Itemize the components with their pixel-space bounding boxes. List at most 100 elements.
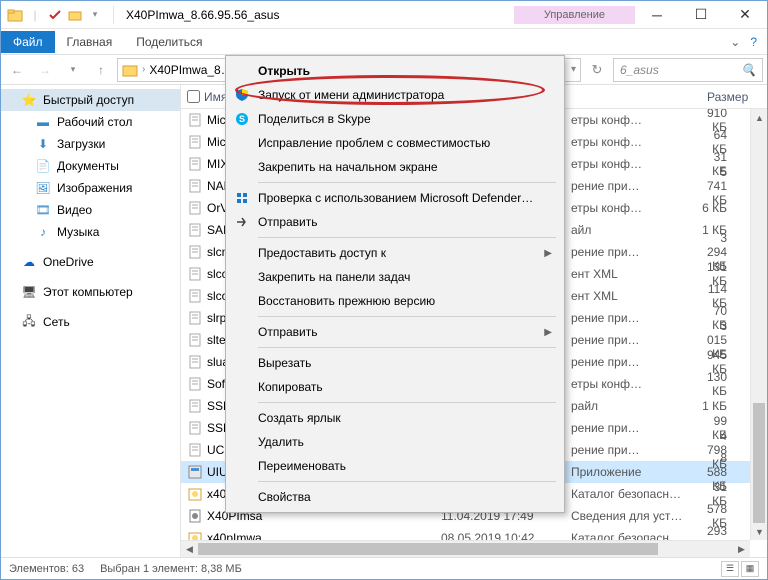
- statusbar: Элементов: 63 Выбран 1 элемент: 8,38 МБ …: [1, 557, 767, 579]
- sidebar-item-desktop[interactable]: ▬Рабочий стол: [1, 111, 180, 133]
- file-type: ент XML: [571, 267, 701, 281]
- ctx-restore[interactable]: Восстановить прежнюю версию: [226, 289, 564, 313]
- sidebar-item-thispc[interactable]: 🖥Этот компьютер: [1, 281, 180, 303]
- file-type: райл: [571, 399, 701, 413]
- picture-icon: 🖼: [35, 180, 51, 196]
- file-icon: [187, 442, 203, 458]
- sidebar-item-documents[interactable]: 📄Документы: [1, 155, 180, 177]
- title-divider: [113, 6, 114, 24]
- view-details-icon[interactable]: ☰: [721, 561, 739, 577]
- horizontal-scrollbar[interactable]: ◀ ▶: [181, 540, 750, 557]
- refresh-button[interactable]: ↻: [585, 58, 609, 82]
- scroll-thumb[interactable]: [753, 403, 765, 523]
- sidebar-item-downloads[interactable]: ⬇Загрузки: [1, 133, 180, 155]
- ctx-access[interactable]: Предоставить доступ к▶: [226, 241, 564, 265]
- ctx-shortcut[interactable]: Создать ярлык: [226, 406, 564, 430]
- back-button[interactable]: ←: [5, 58, 29, 82]
- separator: [258, 402, 556, 403]
- star-icon: ⭐: [21, 92, 37, 108]
- recent-dropdown[interactable]: ▾: [61, 58, 85, 82]
- help-icon[interactable]: ?: [750, 35, 757, 49]
- forward-button[interactable]: →: [33, 58, 57, 82]
- file-icon: [187, 508, 203, 524]
- column-size[interactable]: Размер: [701, 90, 767, 104]
- share-icon: [234, 214, 250, 230]
- sidebar-item-videos[interactable]: 🎞Видео: [1, 199, 180, 221]
- selectall-checkbox[interactable]: [187, 90, 200, 103]
- ctx-compat[interactable]: Исправление проблем с совместимостью: [226, 131, 564, 155]
- ctx-pin-start[interactable]: Закрепить на начальном экране: [226, 155, 564, 179]
- file-icon: [187, 112, 203, 128]
- ctx-open[interactable]: Открыть: [226, 59, 564, 83]
- file-type: Приложение: [571, 465, 701, 479]
- ctx-delete[interactable]: Удалить: [226, 430, 564, 454]
- file-type: етры конф…: [571, 377, 701, 391]
- scroll-up-icon[interactable]: ▲: [751, 109, 767, 126]
- ctx-sendto[interactable]: Отправить▶: [226, 320, 564, 344]
- manage-tab[interactable]: Управление: [514, 6, 635, 24]
- chevron-down-icon[interactable]: ⌄: [730, 35, 740, 49]
- view-large-icon[interactable]: ▦: [741, 561, 759, 577]
- tab-file[interactable]: Файл: [1, 31, 55, 53]
- file-type: рение при…: [571, 333, 701, 347]
- file-type: рение при…: [571, 443, 701, 457]
- divider-icon: |: [27, 7, 43, 23]
- close-button[interactable]: ✕: [723, 1, 767, 29]
- file-icon: [187, 354, 203, 370]
- status-selection: Выбран 1 элемент: 8,38 МБ: [100, 563, 242, 575]
- sidebar-item-network[interactable]: 🖧Сеть: [1, 311, 180, 333]
- folder-small-icon[interactable]: [67, 7, 83, 23]
- ctx-run-as-admin[interactable]: Запуск от имени администратора: [226, 83, 564, 107]
- ctx-cut[interactable]: Вырезать: [226, 351, 564, 375]
- sidebar-item-music[interactable]: ♪Музыка: [1, 221, 180, 243]
- tab-home[interactable]: Главная: [55, 31, 125, 53]
- up-button[interactable]: ↑: [89, 58, 113, 82]
- file-icon: [187, 310, 203, 326]
- ctx-pin-taskbar[interactable]: Закрепить на панели задач: [226, 265, 564, 289]
- check-icon[interactable]: [47, 7, 63, 23]
- defender-icon: [234, 190, 250, 206]
- titlebar: | ▾ X40PImwa_8.66.95.56_asus Управление …: [1, 1, 767, 29]
- file-type: рение при…: [571, 355, 701, 369]
- ctx-skype[interactable]: S Поделиться в Skype: [226, 107, 564, 131]
- sidebar-item-quickaccess[interactable]: ⭐ Быстрый доступ: [1, 89, 180, 111]
- file-icon: [187, 244, 203, 260]
- file-type: Каталог безопасн…: [571, 487, 701, 501]
- scroll-thumb[interactable]: [198, 543, 658, 555]
- search-input[interactable]: 6_asus 🔍: [613, 58, 763, 82]
- vertical-scrollbar[interactable]: ▲ ▼: [750, 109, 767, 540]
- file-icon: [187, 376, 203, 392]
- file-icon: [187, 398, 203, 414]
- dropdown-icon[interactable]: ▾: [571, 64, 576, 75]
- sidebar: ⭐ Быстрый доступ ▬Рабочий стол ⬇Загрузки…: [1, 85, 181, 557]
- ctx-send[interactable]: Отправить: [226, 210, 564, 234]
- context-menu: Открыть Запуск от имени администратора S…: [225, 55, 565, 513]
- minimize-button[interactable]: ─: [635, 1, 679, 29]
- search-placeholder: 6_asus: [620, 63, 659, 77]
- tab-share[interactable]: Поделиться: [124, 31, 214, 53]
- file-type: рение при…: [571, 179, 701, 193]
- file-type: рение при…: [571, 311, 701, 325]
- file-type: етры конф…: [571, 113, 701, 127]
- separator: [258, 347, 556, 348]
- file-type: етры конф…: [571, 201, 701, 215]
- dropdown-icon[interactable]: ▾: [87, 7, 103, 23]
- ctx-defender[interactable]: Проверка с использованием Microsoft Defe…: [226, 186, 564, 210]
- sidebar-label: Быстрый доступ: [43, 93, 134, 107]
- scroll-left-icon[interactable]: ◀: [181, 541, 198, 557]
- title-text: X40PImwa_8.66.95.56_asus: [126, 8, 279, 22]
- ctx-rename[interactable]: Переименовать: [226, 454, 564, 478]
- file-icon: [187, 222, 203, 238]
- desktop-icon: ▬: [35, 114, 51, 130]
- download-icon: ⬇: [35, 136, 51, 152]
- scroll-down-icon[interactable]: ▼: [751, 523, 767, 540]
- file-icon: [187, 134, 203, 150]
- file-icon: [187, 200, 203, 216]
- window-title: X40PImwa_8.66.95.56_asus: [118, 8, 287, 22]
- sidebar-item-onedrive[interactable]: ☁OneDrive: [1, 251, 180, 273]
- scroll-right-icon[interactable]: ▶: [733, 541, 750, 557]
- ctx-properties[interactable]: Свойства: [226, 485, 564, 509]
- sidebar-item-pictures[interactable]: 🖼Изображения: [1, 177, 180, 199]
- maximize-button[interactable]: ☐: [679, 1, 723, 29]
- ctx-copy[interactable]: Копировать: [226, 375, 564, 399]
